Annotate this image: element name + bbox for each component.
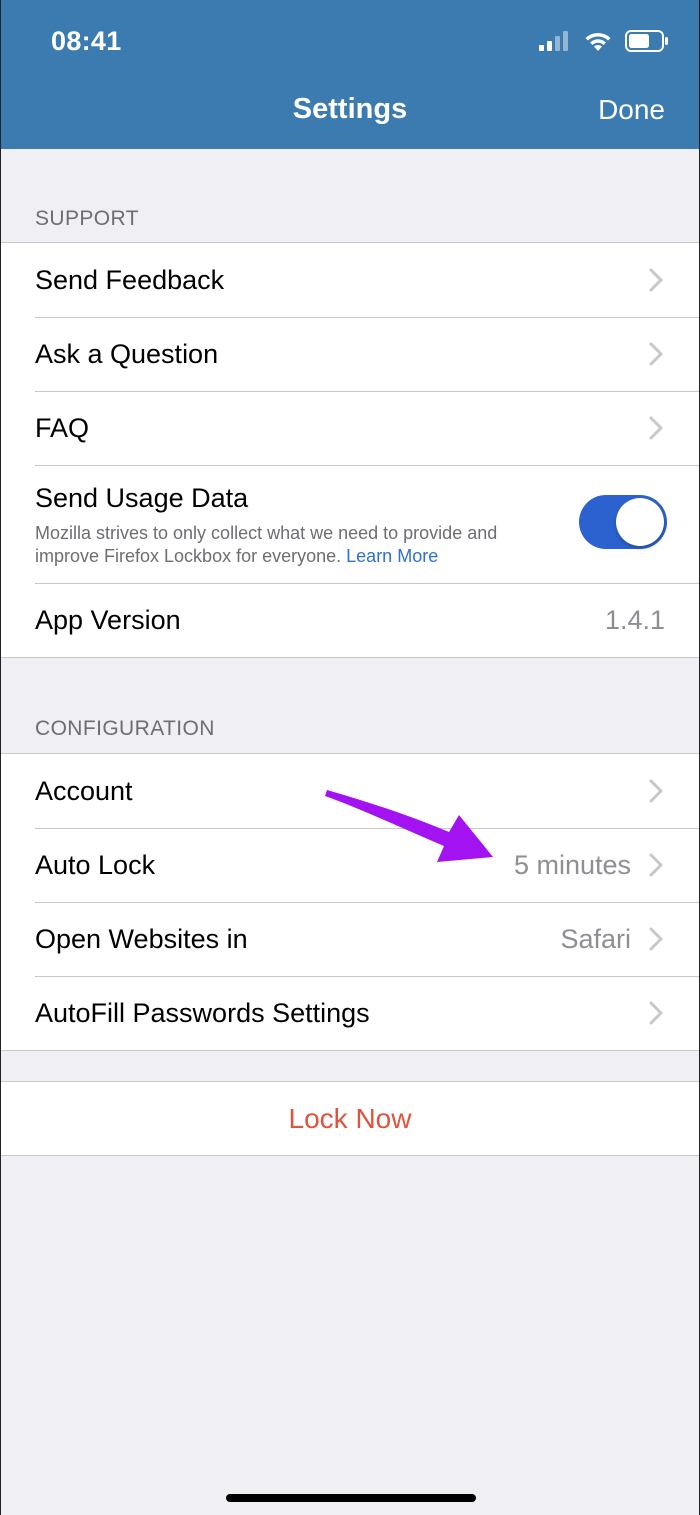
chevron-right-icon — [649, 1001, 663, 1025]
autofill-passwords-row[interactable]: AutoFill Passwords Settings — [1, 976, 699, 1050]
auto-lock-row[interactable]: Auto Lock 5 minutes — [1, 828, 699, 902]
toggle-knob — [616, 498, 664, 546]
home-indicator — [226, 1494, 476, 1502]
learn-more-link[interactable]: Learn More — [346, 546, 438, 566]
row-label: Open Websites in — [35, 923, 248, 954]
wifi-icon — [585, 32, 611, 51]
row-label: Ask a Question — [35, 338, 219, 369]
battery-icon — [625, 30, 668, 52]
chevron-right-icon — [649, 416, 663, 440]
row-label: FAQ — [35, 412, 90, 443]
row-label: AutoFill Passwords Settings — [35, 997, 370, 1028]
status-time: 08:41 — [51, 26, 122, 56]
open-websites-row[interactable]: Open Websites in Safari — [1, 902, 699, 976]
chevron-right-icon — [649, 779, 663, 803]
row-label: Account — [35, 775, 133, 806]
send-usage-data-toggle[interactable] — [579, 495, 667, 549]
lock-now-button[interactable]: Lock Now — [289, 1103, 412, 1135]
navigation-bar: 08:41 Settings Done — [1, 0, 699, 149]
send-usage-data-row: Send Usage Data Mozilla strives to only … — [1, 465, 699, 583]
row-label: Send Feedback — [35, 264, 225, 295]
open-websites-value: Safari — [560, 923, 631, 954]
usage-title: Send Usage Data — [35, 483, 249, 513]
page-title: Settings — [292, 93, 408, 125]
row-label: App Version — [35, 604, 181, 635]
section-header-configuration: CONFIGURATION — [35, 717, 215, 740]
settings-screen: 08:41 Settings Done SUPPORT Send Feedbac… — [0, 0, 700, 1515]
chevron-right-icon — [649, 927, 663, 951]
row-label: Auto Lock — [35, 849, 156, 880]
usage-text: Send Usage Data Mozilla strives to only … — [35, 483, 665, 568]
section-header-support: SUPPORT — [35, 207, 139, 230]
configuration-group: Account Auto Lock 5 minutes Open Website… — [1, 753, 699, 1051]
status-icons — [539, 30, 669, 52]
chevron-right-icon — [649, 342, 663, 366]
ask-question-row[interactable]: Ask a Question — [1, 317, 699, 391]
usage-description: Mozilla strives to only collect what we … — [35, 522, 565, 568]
send-feedback-row[interactable]: Send Feedback — [1, 243, 699, 317]
account-row[interactable]: Account — [1, 754, 699, 828]
chevron-right-icon — [649, 853, 663, 877]
chevron-right-icon — [649, 268, 663, 292]
app-version-value: 1.4.1 — [604, 604, 665, 635]
faq-row[interactable]: FAQ — [1, 391, 699, 465]
app-version-row: App Version 1.4.1 — [1, 583, 699, 657]
support-group: Send Feedback Ask a Question FAQ Send Us… — [1, 242, 699, 658]
auto-lock-value: 5 minutes — [513, 849, 631, 880]
cellular-signal-icon — [539, 31, 568, 51]
done-button[interactable]: Done — [598, 94, 665, 126]
lock-now-group: Lock Now — [1, 1081, 699, 1156]
